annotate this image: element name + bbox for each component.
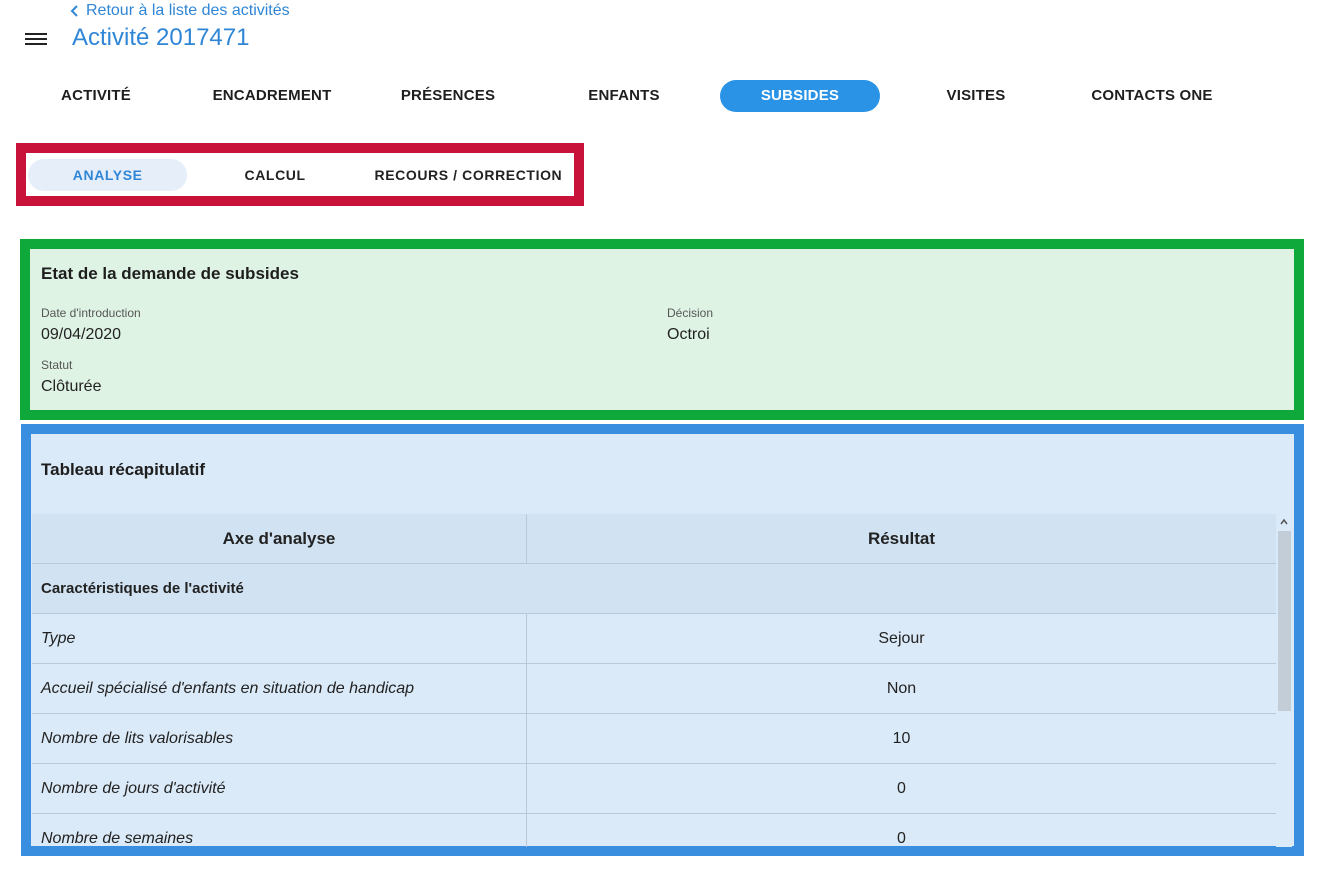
status-card-title: Etat de la demande de subsides (41, 264, 299, 283)
row-resultat: 0 (526, 813, 1276, 847)
subtabs-highlight: ANALYSE CALCUL RECOURS / CORRECTION (16, 143, 584, 206)
summary-table-scroll[interactable]: Axe d'analyse Résultat Caractéristiques … (32, 514, 1292, 847)
decision-label: Décision (667, 306, 714, 320)
row-axe: Accueil spécialisé d'enfants en situatio… (32, 663, 527, 714)
scroll-up-icon[interactable] (1280, 518, 1288, 526)
row-axe: Nombre de lits valorisables (32, 713, 527, 764)
status-highlight: Etat de la demande de subsides Date d'in… (20, 239, 1304, 420)
tab-enfants[interactable]: ENFANTS (536, 80, 712, 112)
page-title: Activité 2017471 (72, 24, 250, 51)
scroll-thumb[interactable] (1278, 531, 1291, 711)
chevron-left-icon (70, 5, 78, 17)
menu-icon[interactable] (25, 30, 47, 48)
summary-table-highlight: Tableau récapitulatif Axe d'analyse Résu… (21, 424, 1304, 856)
date-value: 09/04/2020 (41, 326, 122, 343)
row-axe: Nombre de jours d'activité (32, 763, 527, 814)
row-resultat: Sejour (526, 613, 1276, 664)
subtab-recours-correction[interactable]: RECOURS / CORRECTION (363, 159, 574, 191)
date-label: Date d'introduction (41, 306, 141, 320)
table-row: Nombre de semaines 0 (32, 813, 1276, 847)
tab-contacts-one[interactable]: CONTACTS ONE (1064, 80, 1240, 112)
tab-presences[interactable]: PRÉSENCES (360, 80, 536, 112)
statut-label: Statut (41, 358, 73, 372)
statut-value: Clôturée (41, 378, 102, 395)
table-row: Type Sejour (32, 613, 1276, 664)
section-row: Caractéristiques de l'activité (32, 563, 1276, 614)
back-to-list-link[interactable]: Retour à la liste des activités (70, 1, 290, 21)
row-axe: Type (32, 613, 527, 664)
decision-value: Octroi (667, 326, 710, 343)
table-row: Nombre de jours d'activité 0 (32, 763, 1276, 814)
row-axe: Nombre de semaines (32, 813, 527, 847)
table-header-row: Axe d'analyse Résultat (32, 514, 1276, 564)
table-scrollbar[interactable] (1276, 514, 1292, 847)
tab-visites[interactable]: VISITES (888, 80, 1064, 112)
back-link-label: Retour à la liste des activités (86, 2, 290, 19)
subtab-analyse[interactable]: ANALYSE (28, 158, 188, 191)
subtabs: ANALYSE CALCUL RECOURS / CORRECTION (26, 153, 574, 196)
subtab-calcul[interactable]: CALCUL (187, 159, 362, 191)
header-resultat: Résultat (526, 514, 1276, 564)
summary-table: Axe d'analyse Résultat Caractéristiques … (32, 514, 1276, 847)
main-tabs: ACTIVITÉ ENCADREMENT PRÉSENCES ENFANTS S… (8, 80, 1240, 112)
section-label: Caractéristiques de l'activité (32, 563, 1276, 614)
status-card: Etat de la demande de subsides Date d'in… (32, 251, 1292, 408)
row-resultat: 10 (526, 713, 1276, 764)
row-resultat: 0 (526, 763, 1276, 814)
header-axe: Axe d'analyse (32, 514, 527, 564)
summary-table-title: Tableau récapitulatif (41, 460, 206, 479)
tab-activite[interactable]: ACTIVITÉ (8, 80, 184, 112)
row-resultat: Non (526, 663, 1276, 714)
table-row: Accueil spécialisé d'enfants en situatio… (32, 663, 1276, 714)
tab-subsides[interactable]: SUBSIDES (720, 80, 880, 112)
tab-encadrement[interactable]: ENCADREMENT (184, 80, 360, 112)
table-row: Nombre de lits valorisables 10 (32, 713, 1276, 764)
